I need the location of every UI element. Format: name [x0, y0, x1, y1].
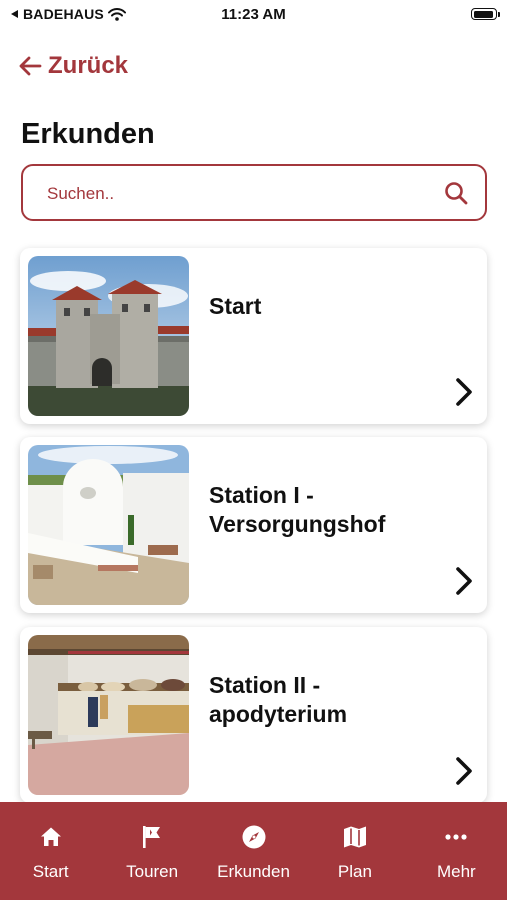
card-title: Station I - Versorgungshof	[209, 482, 386, 537]
list-item-station-1[interactable]: Station I - Versorgungshof	[20, 437, 487, 613]
search-input[interactable]	[45, 166, 429, 221]
start-thumbnail	[28, 256, 189, 416]
back-label: Zurück	[48, 52, 129, 79]
tab-touren[interactable]: Touren	[101, 802, 202, 900]
page-title: Erkunden	[21, 118, 155, 150]
tab-mehr[interactable]: Mehr	[406, 802, 507, 900]
tab-label: Start	[32, 862, 69, 881]
card-title: Start	[209, 293, 262, 319]
flag-icon	[143, 826, 161, 848]
station-2-thumbnail	[28, 635, 189, 795]
tab-label: Touren	[126, 862, 179, 881]
tab-start[interactable]: Start	[0, 802, 101, 900]
map-icon	[343, 826, 366, 848]
tab-label: Mehr	[436, 862, 476, 881]
list-item-station-2[interactable]: Station II - apodyterium	[20, 627, 487, 803]
chevron-right-icon[interactable]	[453, 755, 475, 787]
status-time: 11:23 AM	[221, 6, 286, 23]
station-1-thumbnail	[28, 445, 189, 605]
search-bar[interactable]	[21, 164, 487, 221]
battery-icon	[471, 8, 500, 20]
back-button[interactable]: Zurück	[18, 52, 128, 80]
more-icon	[445, 834, 467, 840]
tab-label: Erkunden	[217, 862, 290, 881]
card-title: Station II - apodyterium	[209, 672, 348, 727]
list-item-start[interactable]: Start	[20, 248, 487, 424]
bottom-tab-bar: Start Touren Erkunden Plan Mehr	[0, 802, 507, 900]
tab-label: Plan	[337, 862, 372, 881]
chevron-right-icon[interactable]	[453, 565, 475, 597]
search-icon[interactable]	[443, 180, 469, 206]
status-bar: BADEHAUS 11:23 AM	[0, 0, 507, 30]
home-icon	[40, 827, 61, 846]
tab-plan[interactable]: Plan	[304, 802, 405, 900]
chevron-right-icon[interactable]	[453, 376, 475, 408]
arrow-left-icon	[19, 56, 42, 76]
compass-icon	[242, 825, 266, 849]
tab-erkunden[interactable]: Erkunden	[203, 802, 304, 900]
